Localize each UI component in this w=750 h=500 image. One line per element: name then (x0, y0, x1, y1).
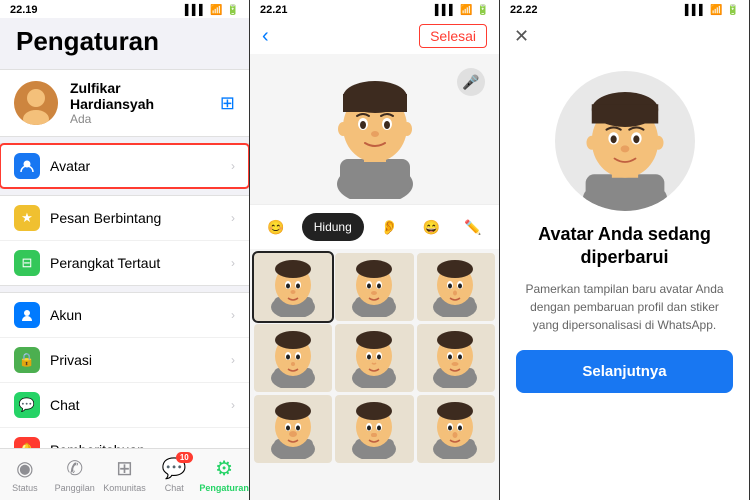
bottom-nav: ◉ Status ✆ Panggilan ⊞ Komunitas 💬 10 Ch… (0, 448, 249, 500)
status-bar-1: 22.19 ▌▌▌ 📶 🔋 (0, 0, 249, 18)
star-icon: ★ (14, 205, 40, 231)
nav-chats[interactable]: 💬 10 Chat (149, 450, 199, 499)
profile-section[interactable]: Zulfikar Hardiansyah Ada ⊞ (0, 69, 249, 137)
community-nav-label: Komunitas (103, 483, 146, 493)
mic-button[interactable]: 🎤 (457, 68, 485, 96)
calls-nav-icon: ✆ (66, 456, 83, 481)
profile-info: Zulfikar Hardiansyah Ada (70, 80, 208, 126)
settings-item-account[interactable]: Akun › (0, 293, 249, 338)
settings-item-avatar[interactable]: Avatar › (0, 144, 249, 188)
avatar-option-3[interactable] (417, 253, 495, 321)
next-button[interactable]: Selanjutnya (516, 350, 733, 393)
status-nav-label: Status (12, 483, 38, 493)
p3-topbar: ✕ (500, 18, 749, 55)
profile-status: Ada (70, 112, 208, 126)
avatar-option-6[interactable] (417, 324, 495, 392)
mouth-tab[interactable]: 😄 (416, 213, 448, 241)
avatar (14, 81, 58, 125)
avatar-option-2[interactable] (335, 253, 413, 321)
time-3: 22.22 (510, 4, 538, 16)
avatar-editor-panel: 22.21 ▌▌▌ 📶 🔋 ‹ Selesai 🎤 (250, 0, 500, 500)
close-button[interactable]: ✕ (514, 26, 529, 46)
status-icons-2: ▌▌▌ 📶 🔋 (435, 5, 489, 16)
starred-label: Pesan Berbintang (50, 210, 221, 226)
brush-tab[interactable]: ✏️ (457, 213, 489, 241)
avatar-updated-panel: 22.22 ▌▌▌ 📶 🔋 ✕ (500, 0, 750, 500)
settings-item-chat[interactable]: 💬 Chat › (0, 383, 249, 428)
profile-name: Zulfikar Hardiansyah (70, 80, 208, 112)
avatar-3d-preview (320, 59, 430, 199)
done-button[interactable]: Selesai (419, 24, 487, 48)
nose-tab[interactable]: Hidung (302, 213, 364, 241)
avatar-option-5[interactable] (335, 324, 413, 392)
update-title: Avatar Anda sedang diperbarui (500, 223, 749, 280)
avatar-circle-svg (560, 71, 690, 211)
calls-nav-label: Panggilan (55, 483, 95, 493)
settings-panel: 22.19 ▌▌▌ 📶 🔋 Pengaturan Zulfikar Hardia… (0, 0, 250, 500)
nav-community[interactable]: ⊞ Komunitas (100, 450, 150, 499)
account-icon (14, 302, 40, 328)
settings-item-linked[interactable]: ⊟ Perangkat Tertaut › (0, 241, 249, 285)
time-2: 22.21 (260, 4, 288, 16)
status-icons-1: ▌▌▌ 📶 🔋 (185, 5, 239, 16)
status-bar-2: 22.21 ▌▌▌ 📶 🔋 (250, 0, 499, 18)
chats-nav-label: Chat (165, 483, 184, 493)
privacy-icon: 🔒 (14, 347, 40, 373)
page-title: Pengaturan (0, 18, 249, 63)
chat-icon: 💬 (14, 392, 40, 418)
avatar-circle-preview (555, 71, 695, 211)
avatar-option-4[interactable] (254, 324, 332, 392)
avatar-option-8[interactable] (335, 395, 413, 463)
nav-settings[interactable]: ⚙ Pengaturan (199, 450, 249, 499)
status-bar-3: 22.22 ▌▌▌ 📶 🔋 (500, 0, 749, 18)
avatar-option-7[interactable] (254, 395, 332, 463)
settings-nav-icon: ⚙ (215, 456, 233, 481)
chevron-icon: › (231, 159, 235, 173)
avatar-option-9[interactable] (417, 395, 495, 463)
update-description: Pamerkan tampilan baru avatar Anda denga… (500, 280, 749, 350)
feature-tabs: 😊 Hidung 👂 😄 ✏️ (250, 204, 499, 249)
community-nav-icon: ⊞ (116, 456, 133, 481)
avatar-preview-area: 🎤 (250, 54, 499, 204)
settings-nav-label: Pengaturan (199, 483, 249, 493)
nav-status[interactable]: ◉ Status (0, 450, 50, 499)
avatar-style-grid (250, 249, 499, 467)
settings-group-1: Avatar › (0, 143, 249, 189)
nav-calls[interactable]: ✆ Panggilan (50, 450, 100, 499)
chat-label: Chat (50, 397, 221, 413)
account-label: Akun (50, 307, 221, 323)
time-1: 22.19 (10, 4, 38, 16)
ear-tab[interactable]: 👂 (374, 213, 406, 241)
chats-badge: 10 (176, 452, 193, 463)
linked-label: Perangkat Tertaut (50, 255, 221, 271)
avatar-icon (14, 153, 40, 179)
status-icons-3: ▌▌▌ 📶 🔋 (685, 5, 739, 16)
face-tab[interactable]: 😊 (260, 213, 292, 241)
qr-icon[interactable]: ⊞ (220, 93, 235, 114)
device-icon: ⊟ (14, 250, 40, 276)
privacy-label: Privasi (50, 352, 221, 368)
status-nav-icon: ◉ (16, 456, 33, 481)
settings-item-privacy[interactable]: 🔒 Privasi › (0, 338, 249, 383)
chats-icon-wrap: 💬 10 (162, 456, 187, 481)
avatar-option-1[interactable] (254, 253, 332, 321)
editor-topbar: ‹ Selesai (250, 18, 499, 54)
settings-group-2: ★ Pesan Berbintang › ⊟ Perangkat Tertaut… (0, 195, 249, 286)
avatar-label: Avatar (50, 158, 221, 174)
back-button[interactable]: ‹ (262, 25, 269, 48)
settings-item-starred[interactable]: ★ Pesan Berbintang › (0, 196, 249, 241)
